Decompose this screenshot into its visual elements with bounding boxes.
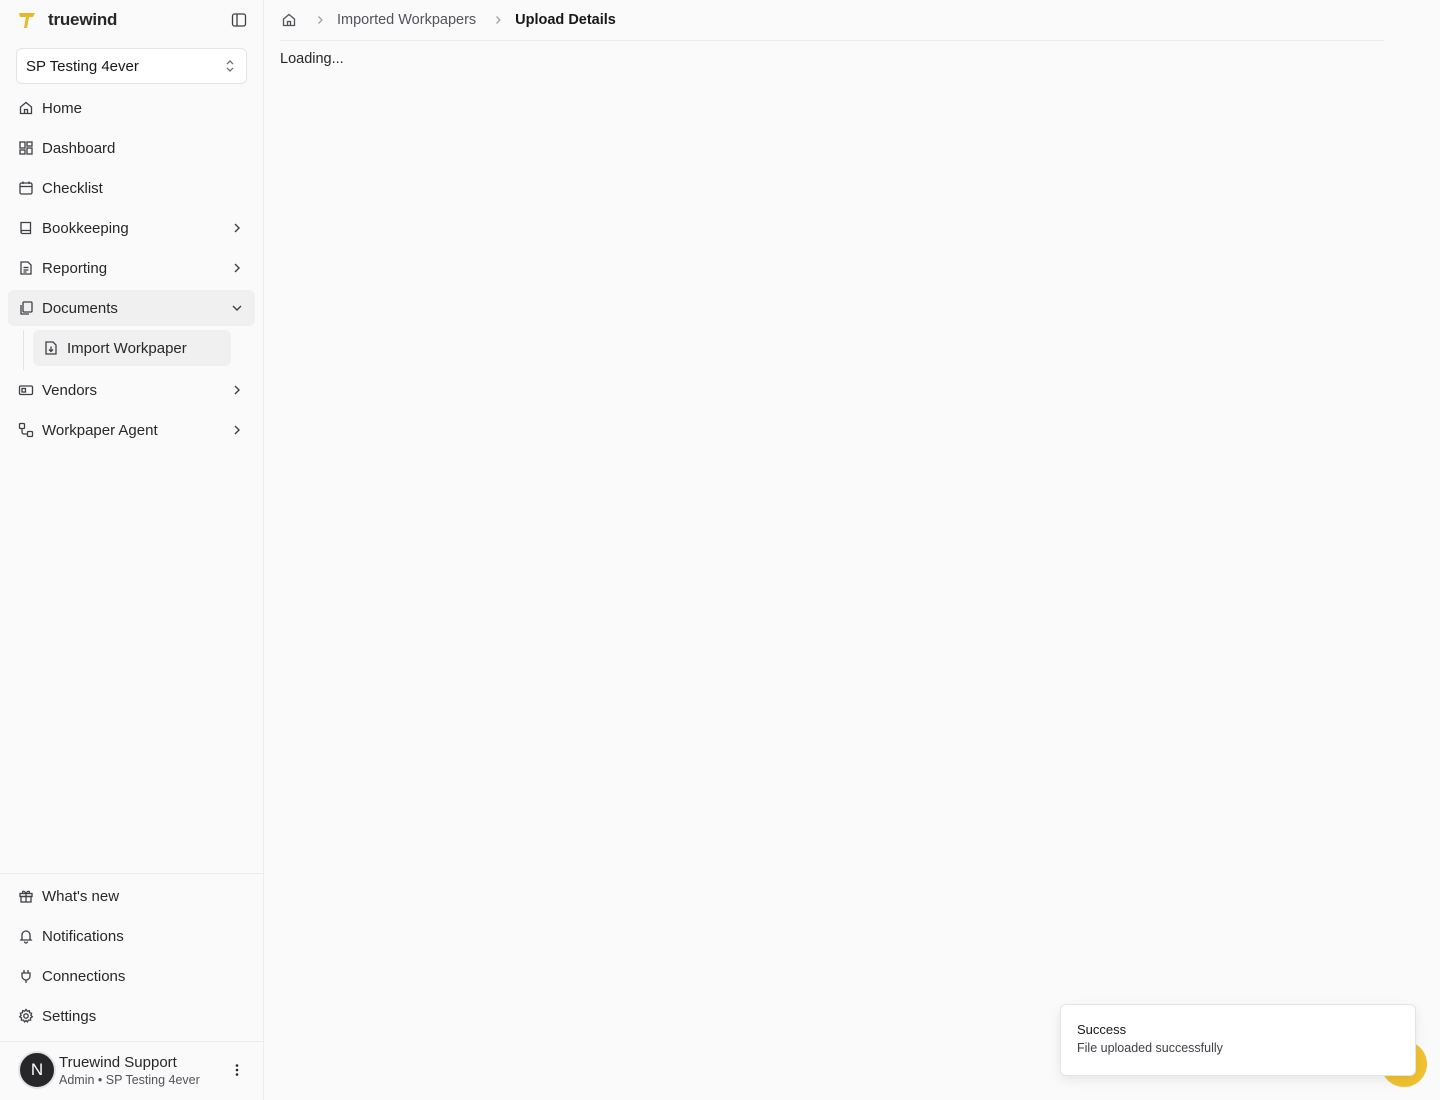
breadcrumb-home-icon[interactable] bbox=[280, 11, 298, 29]
file-text-icon bbox=[18, 260, 34, 276]
id-card-icon bbox=[18, 382, 34, 398]
breadcrumb-current: Upload Details bbox=[515, 12, 616, 28]
brand-name: truewind bbox=[48, 10, 118, 29]
sidebar-item-notifications[interactable]: Notifications bbox=[8, 918, 255, 954]
user-name: Truewind Support bbox=[59, 1053, 177, 1071]
gift-icon bbox=[18, 888, 34, 904]
sidebar-item-label: Bookkeeping bbox=[42, 219, 129, 237]
avatar: N bbox=[18, 1051, 56, 1089]
dashboard-icon bbox=[18, 140, 34, 156]
sidebar-toggle-button[interactable] bbox=[229, 10, 249, 30]
submenu-divider bbox=[23, 330, 24, 370]
chevron-right-icon bbox=[229, 260, 245, 276]
book-icon bbox=[18, 220, 34, 236]
sidebar-item-label: Notifications bbox=[42, 927, 124, 945]
sidebar-item-bookkeeping[interactable]: Bookkeeping bbox=[8, 210, 255, 246]
chevron-right-icon bbox=[229, 382, 245, 398]
sidebar-item-label: Workpaper Agent bbox=[42, 421, 158, 439]
main-content: Imported Workpapers Upload Details Loadi… bbox=[264, 0, 1440, 1100]
chevron-down-icon bbox=[229, 300, 245, 316]
sidebar-subitem-label: Import Workpaper bbox=[67, 339, 187, 357]
sidebar-item-label: Reporting bbox=[42, 259, 108, 277]
sidebar-item-whats-new[interactable]: What's new bbox=[8, 878, 255, 914]
plug-icon bbox=[18, 968, 34, 984]
chevron-right-icon bbox=[229, 220, 245, 236]
brand[interactable]: truewind bbox=[16, 8, 117, 32]
documents-submenu: Import Workpaper bbox=[8, 330, 255, 372]
sidebar-item-documents[interactable]: Documents bbox=[8, 290, 255, 326]
user-profile[interactable]: N Truewind Support Admin • SP Testing 4e… bbox=[18, 1044, 254, 1096]
sidebar-item-home[interactable]: Home bbox=[8, 90, 255, 126]
chevrons-up-down-icon bbox=[226, 60, 234, 72]
sidebar-item-workpaper-agent[interactable]: Workpaper Agent bbox=[8, 412, 255, 448]
organization-select[interactable]: SP Testing 4ever bbox=[16, 48, 247, 84]
file-import-icon bbox=[43, 340, 59, 356]
sidebar-item-checklist[interactable]: Checklist bbox=[8, 170, 255, 206]
sidebar-divider bbox=[0, 1041, 263, 1042]
bell-icon bbox=[18, 928, 34, 944]
sidebar-item-label: Checklist bbox=[42, 179, 103, 197]
truewind-logo-icon bbox=[16, 9, 38, 31]
chevron-right-icon bbox=[312, 12, 328, 28]
main-nav: Home Dashboard Checklist Bookkeeping Rep… bbox=[8, 90, 255, 452]
sidebar-item-label: Dashboard bbox=[42, 139, 116, 157]
sidebar-item-reporting[interactable]: Reporting bbox=[8, 250, 255, 286]
sidebar-subitem-import-workpaper[interactable]: Import Workpaper bbox=[33, 330, 231, 366]
sidebar-item-label: Home bbox=[42, 99, 83, 117]
sidebar: truewind SP Testing 4ever Home Dashboard… bbox=[0, 0, 264, 1100]
breadcrumb: Imported Workpapers Upload Details bbox=[280, 10, 616, 30]
toast-title: Success bbox=[1077, 1022, 1127, 1037]
files-icon bbox=[18, 300, 34, 316]
breadcrumb-link-imported-workpapers[interactable]: Imported Workpapers bbox=[337, 12, 476, 28]
user-role: Admin • SP Testing 4ever bbox=[59, 1072, 200, 1087]
more-vertical-icon bbox=[235, 1064, 239, 1076]
sidebar-item-label: Connections bbox=[42, 967, 126, 985]
sidebar-item-dashboard[interactable]: Dashboard bbox=[8, 130, 255, 166]
success-toast: Success File uploaded successfully bbox=[1060, 1004, 1416, 1076]
user-menu-button[interactable] bbox=[228, 1060, 246, 1080]
calendar-icon bbox=[18, 180, 34, 196]
sidebar-item-vendors[interactable]: Vendors bbox=[8, 372, 255, 408]
loading-text: Loading... bbox=[280, 51, 344, 67]
sidebar-item-label: Documents bbox=[42, 299, 118, 317]
sidebar-item-label: What's new bbox=[42, 887, 120, 905]
sidebar-divider bbox=[0, 873, 263, 874]
sidebar-item-label: Settings bbox=[42, 1007, 97, 1025]
gear-icon bbox=[18, 1008, 34, 1024]
panel-left-icon bbox=[231, 13, 247, 27]
toast-description: File uploaded successfully bbox=[1077, 1041, 1223, 1055]
home-icon bbox=[18, 100, 34, 116]
user-info: Truewind Support Admin • SP Testing 4eve… bbox=[59, 1054, 200, 1087]
chevron-right-icon bbox=[490, 12, 506, 28]
organization-select-value: SP Testing 4ever bbox=[26, 57, 139, 75]
sidebar-item-connections[interactable]: Connections bbox=[8, 958, 255, 994]
sidebar-item-label: Vendors bbox=[42, 381, 98, 399]
chevron-right-icon bbox=[229, 422, 245, 438]
header-divider bbox=[280, 40, 1384, 41]
sidebar-item-settings[interactable]: Settings bbox=[8, 998, 255, 1034]
workflow-icon bbox=[18, 422, 34, 438]
secondary-nav: What's new Notifications Connections Set… bbox=[8, 878, 255, 1038]
